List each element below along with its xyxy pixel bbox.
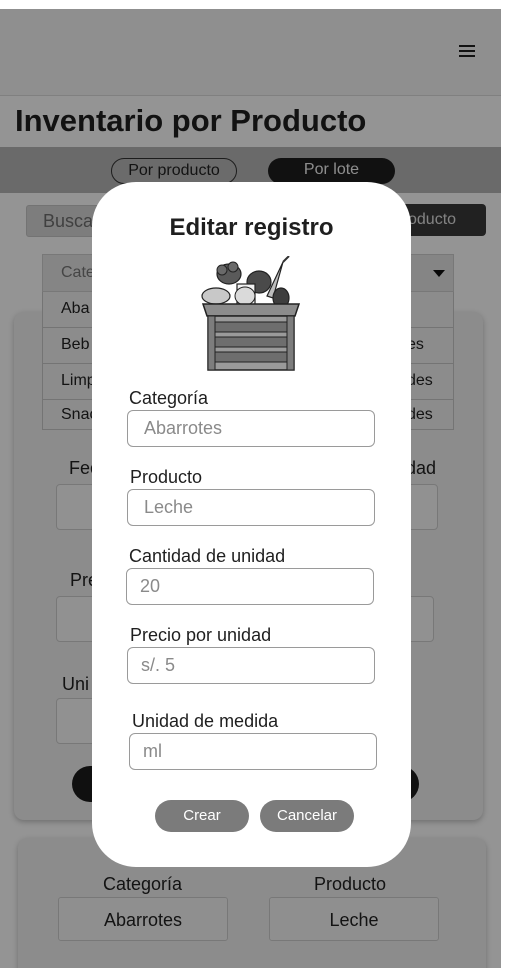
unit-measure-field[interactable]: ml xyxy=(129,733,377,770)
unit-price-field-label: Precio por unidad xyxy=(130,625,272,645)
quantity-field[interactable]: 20 xyxy=(126,568,374,605)
edit-record-modal: Editar registro Categoría Abarrotes Prod… xyxy=(92,182,411,867)
category-field-label: Categoría xyxy=(129,388,209,408)
create-button[interactable]: Crear xyxy=(155,800,249,832)
product-field-label: Producto xyxy=(130,467,203,487)
cancel-button[interactable]: Cancelar xyxy=(260,800,354,832)
unit-measure-field-label: Unidad de medida xyxy=(132,711,279,731)
category-field[interactable]: Abarrotes xyxy=(127,410,375,447)
modal-title: Editar registro xyxy=(169,214,334,241)
product-field[interactable]: Leche xyxy=(127,489,375,526)
app-screen: Inventario por Producto Por producto Por… xyxy=(0,0,505,968)
quantity-field-label: Cantidad de unidad xyxy=(129,546,286,566)
unit-price-field[interactable]: s/. 5 xyxy=(127,647,375,684)
vegetable-crate-icon xyxy=(201,256,301,371)
